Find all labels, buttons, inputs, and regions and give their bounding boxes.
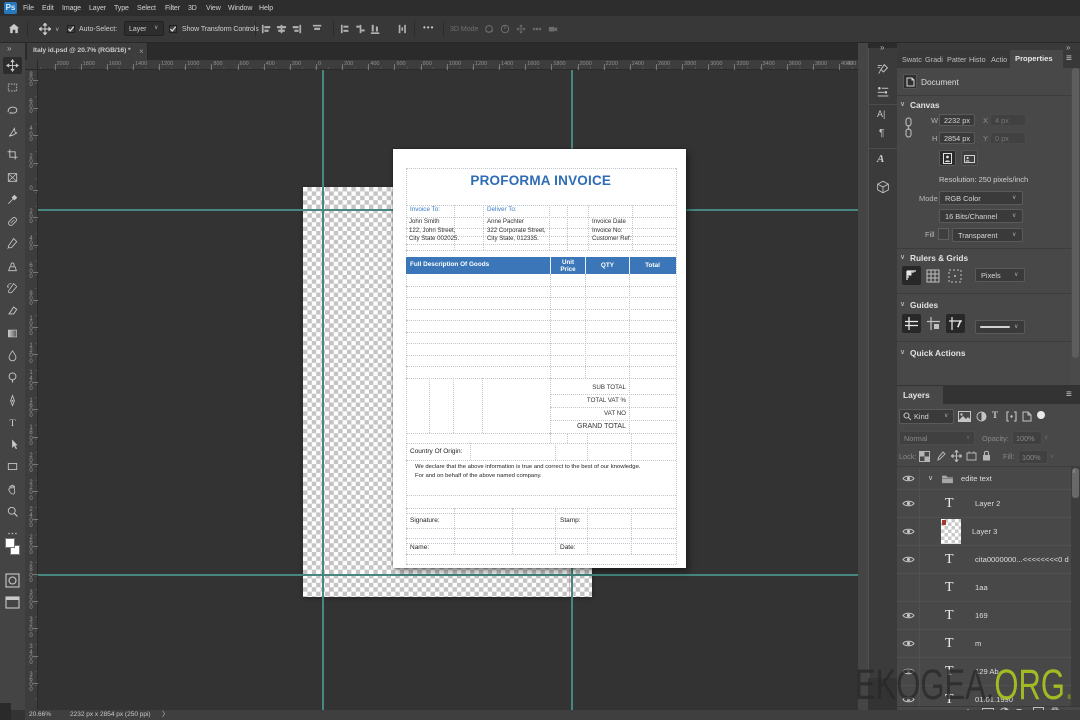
- svg-text:T: T: [9, 418, 15, 429]
